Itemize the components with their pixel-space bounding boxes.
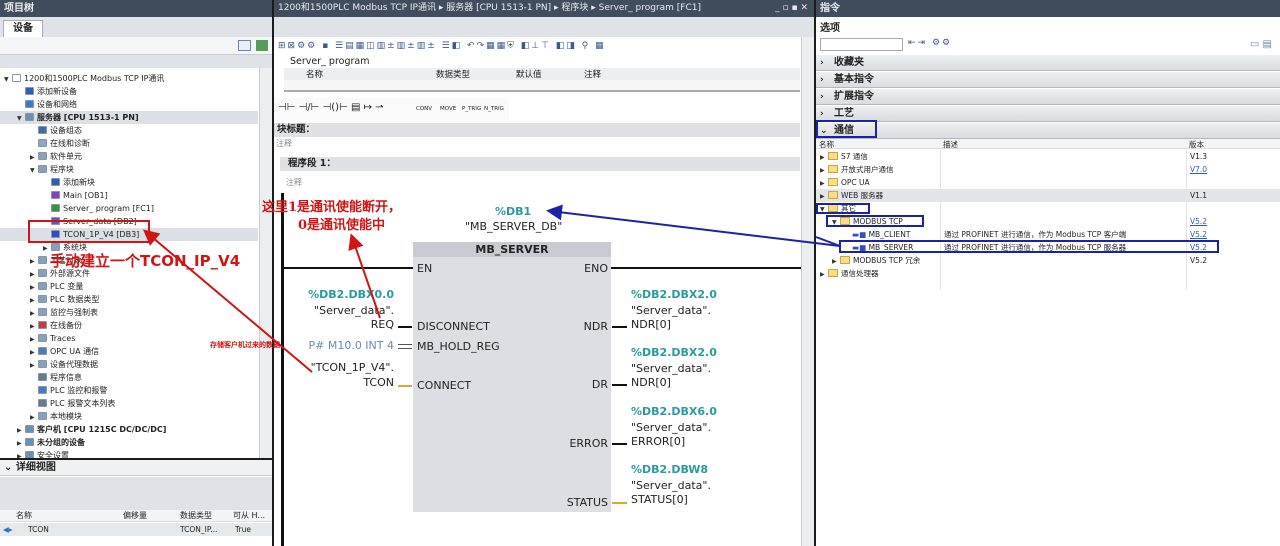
annotation-arrows [142, 204, 841, 373]
arrow-red [348, 233, 381, 319]
arrow-red [142, 229, 313, 373]
arrow-blue [546, 204, 841, 247]
